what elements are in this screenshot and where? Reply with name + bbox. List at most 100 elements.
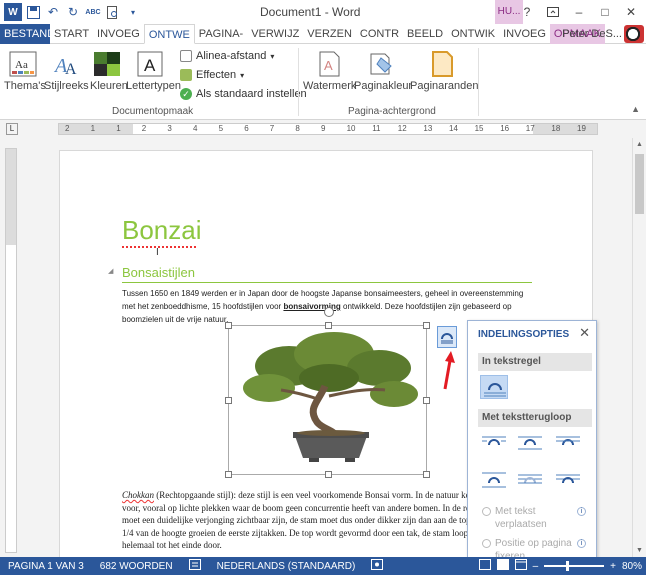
info-icon[interactable]: i [577,539,586,548]
undo-icon[interactable]: ↶ [44,3,62,21]
tab-ontwerpen[interactable]: ONTWE [143,24,195,44]
ruler-number: 11 [372,124,381,133]
layout-options-button[interactable] [437,326,457,348]
ribbon-display-options-icon[interactable] [542,2,564,22]
tab-start[interactable]: START [50,24,93,44]
ruler-number: 5 [218,124,224,133]
vertical-ruler-top-margin [6,149,16,245]
word-icon[interactable]: W [4,3,22,21]
resize-handle[interactable] [423,322,430,329]
tab-verwijzingen[interactable]: VERWIJZ [247,24,303,44]
scrollbar-thumb[interactable] [635,154,644,214]
resize-handle[interactable] [225,322,232,329]
stijlreeks-button[interactable]: AA Stijlreeks [44,48,89,92]
lettertypen-button[interactable]: A Lettertypen [126,48,181,92]
stijlreeks-label: Stijlreeks [44,80,89,92]
set-as-default-button[interactable]: ✓ Als standaard instellen [180,88,307,100]
status-bar-right: – + 80% [478,559,642,573]
paginakleur-button[interactable]: Paginakleur [354,48,412,92]
rotate-handle[interactable] [324,307,334,317]
scroll-down-icon[interactable]: ▼ [636,547,643,554]
zoom-level[interactable]: 80% [622,561,642,572]
watermerk-button[interactable]: A Watermerk [303,48,356,92]
resize-handle[interactable] [325,471,332,478]
collapse-ribbon-icon[interactable]: ▲ [631,104,640,114]
scroll-up-icon[interactable]: ▲ [636,141,643,148]
wrap-top-bottom-option[interactable] [480,467,508,491]
effecten-label: Effecten [196,69,237,81]
resize-handle[interactable] [225,397,232,404]
wrap-in-front-option[interactable] [554,467,582,491]
tab-controleren[interactable]: CONTR [356,24,403,44]
wrap-behind-text-option[interactable] [516,467,544,491]
met-tekstterugloop-header: Met tekstterugloop [478,409,592,427]
collapse-heading-icon[interactable]: ◢ [108,267,113,275]
zoom-in-icon[interactable]: + [610,561,616,572]
tab-ontwikkelaars[interactable]: ONTWIK [447,24,499,44]
paginaranden-button[interactable]: Paginaranden [410,48,479,92]
ribbon-separator [298,48,299,116]
zoom-slider-thumb[interactable] [566,561,570,571]
help-button[interactable]: ? [516,2,538,22]
document-title[interactable]: Bonzai [122,215,202,246]
tab-verzendlijsten[interactable]: VERZEN [303,24,356,44]
alinea-afstand-button[interactable]: Alinea-afstand ▾ [180,50,274,62]
web-layout-icon[interactable] [514,559,527,573]
avatar[interactable] [624,25,644,43]
language-indicator[interactable]: NEDERLANDS (STANDAARD) [217,561,356,572]
close-icon[interactable]: ✕ [579,325,590,341]
wrap-tight-option[interactable] [516,431,544,455]
spelling-icon[interactable]: ABC [84,3,102,21]
effecten-button[interactable]: Effecten ▾ [180,69,244,81]
svg-text:Aa: Aa [15,59,28,71]
ruler-number: 14 [449,124,458,133]
wrap-square-option[interactable] [480,431,508,455]
read-mode-icon[interactable] [478,559,491,573]
tab-beeld[interactable]: BEELD [403,24,447,44]
print-preview-icon[interactable] [104,3,122,21]
word-count[interactable]: 682 WOORDEN [100,561,173,572]
alinea-afstand-label: Alinea-afstand [196,50,267,62]
move-with-text-label: Met tekst verplaatsen [495,506,547,530]
customize-qat-icon[interactable]: ▾ [124,3,142,21]
resize-handle[interactable] [423,397,430,404]
print-layout-icon[interactable] [496,559,509,573]
zoom-out-icon[interactable]: – [533,561,539,572]
ruler-number: 4 [193,124,198,133]
maximize-button[interactable]: □ [594,2,616,22]
wrap-through-option[interactable] [554,431,582,455]
resize-handle[interactable] [423,471,430,478]
tab-invoegtoepassingen[interactable]: INVOEG [499,24,550,44]
minimize-button[interactable]: – [568,2,590,22]
ruler-number: 12 [397,124,407,133]
resize-handle[interactable] [325,322,332,329]
vertical-ruler[interactable] [5,148,17,553]
tab-pagina-indeling[interactable]: PAGINA- [195,24,247,44]
themes-icon: Aa [8,50,38,78]
resize-handle[interactable] [225,471,232,478]
radio-button[interactable] [482,539,491,548]
move-with-text-radio[interactable]: Met tekst verplaatsen [482,505,575,531]
page-count[interactable]: PAGINA 1 VAN 3 [8,561,84,572]
user-name[interactable]: Peter DeS... [562,28,622,40]
vertical-scrollbar[interactable]: ▲ ▼ [632,138,646,557]
save-icon[interactable] [24,3,42,21]
tab-bestand[interactable]: BESTAND [0,24,55,44]
bonsai-image[interactable] [225,322,430,478]
ribbon-tab-bar: BESTAND START INVOEG ONTWE PAGINA- VERWI… [0,24,646,44]
info-icon[interactable]: i [577,507,586,516]
heading-underline [122,282,532,283]
wrap-inline-option[interactable] [480,375,508,399]
kleuren-button[interactable]: Kleuren [90,48,128,92]
zoom-slider[interactable] [544,561,605,571]
macro-recording-icon[interactable] [371,559,384,573]
redo-icon[interactable]: ↻ [64,3,82,21]
close-button[interactable]: ✕ [620,2,642,22]
proofing-icon[interactable] [188,559,201,573]
tab-selector[interactable]: L [6,123,18,135]
themes-button[interactable]: Aa Thema's [4,48,46,92]
radio-button[interactable] [482,507,491,516]
horizontal-ruler[interactable]: 2 1 1 2 3 4 5 6 7 8 9 10 11 12 13 14 15 16 17 18 19 [58,123,598,135]
section-heading[interactable]: Bonsaistijlen [122,265,195,280]
tab-invoegen[interactable]: INVOEG [93,24,144,44]
